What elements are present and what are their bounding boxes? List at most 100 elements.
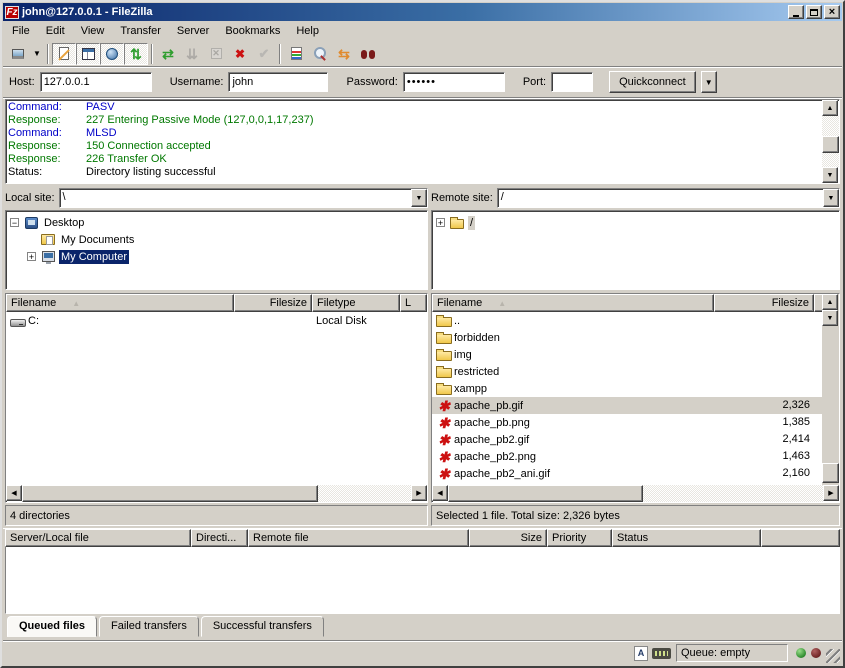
tree-item-my-documents[interactable]: My Documents	[27, 231, 427, 248]
file-icon	[436, 432, 452, 448]
remote-file-row[interactable]: ..	[432, 312, 822, 329]
port-input[interactable]	[551, 72, 593, 92]
tree-item-my-computer[interactable]: My Computer	[27, 248, 427, 265]
scroll-down-icon[interactable]: ▼	[822, 310, 838, 326]
sort-ascending-icon: ▲	[498, 299, 506, 308]
file-icon	[436, 334, 452, 344]
scroll-thumb[interactable]	[822, 463, 839, 483]
toggle-remote-tree-button[interactable]	[100, 43, 124, 65]
title-bar: Fz john@127.0.0.1 - FileZilla ×	[3, 3, 842, 21]
remote-file-row[interactable]: restricted	[432, 363, 822, 380]
remote-file-row[interactable]: apache_pb.gif 2,326	[432, 397, 822, 414]
local-site-combo[interactable]: \ ▼	[59, 188, 428, 208]
queue-header-server-local-file[interactable]: Server/Local file	[5, 529, 191, 547]
column-header-filesize[interactable]: Filesize	[714, 294, 814, 312]
reconnect-button[interactable]: ✔	[252, 43, 276, 65]
site-manager-button[interactable]	[6, 43, 30, 65]
remote-file-row[interactable]: xampp	[432, 380, 822, 397]
remote-vscrollbar[interactable]: ▲ ▼	[822, 294, 839, 485]
tree-item-root[interactable]: /	[436, 214, 839, 231]
speedlimit-icon	[652, 648, 671, 659]
scroll-left-icon[interactable]: ◀	[6, 485, 22, 501]
column-header-filesize[interactable]: Filesize	[234, 294, 312, 312]
toolbar: ▼ ⇅ ⇄ ⇊ ✕ ✖ ✔ ⇆	[3, 41, 842, 67]
process-queue-button[interactable]: ⇊	[180, 43, 204, 65]
remote-site-combo[interactable]: / ▼	[497, 188, 840, 208]
toggle-local-tree-button[interactable]	[76, 43, 100, 65]
filter-button[interactable]	[284, 43, 308, 65]
menu-item[interactable]: View	[73, 23, 113, 39]
password-input[interactable]	[403, 72, 505, 92]
menu-item[interactable]: Help	[288, 23, 327, 39]
quickconnect-dropdown[interactable]: ▼	[701, 71, 717, 93]
remote-file-row[interactable]: forbidden	[432, 329, 822, 346]
scroll-thumb[interactable]	[22, 485, 318, 502]
column-header-filetype[interactable]: Filetype	[312, 294, 400, 312]
remote-hscrollbar[interactable]: ◀ ▶	[432, 485, 839, 502]
site-manager-dropdown[interactable]: ▼	[30, 43, 44, 65]
filter-icon	[291, 47, 302, 60]
maximize-button[interactable]	[806, 5, 822, 19]
remote-file-row[interactable]: apache_pb2_ani.gif 2,160	[432, 465, 822, 482]
binoculars-icon	[361, 50, 375, 59]
ascii-datatype-icon: A	[634, 646, 648, 661]
tree-item-desktop[interactable]: Desktop	[10, 214, 427, 231]
combo-dropdown-icon[interactable]: ▼	[411, 189, 427, 207]
find-files-button[interactable]	[356, 43, 380, 65]
expand-icon[interactable]	[436, 218, 445, 227]
log-line: Command: MLSD	[8, 127, 822, 140]
remote-file-row[interactable]: apache_pb2.gif 2,414	[432, 431, 822, 448]
scroll-up-icon[interactable]: ▲	[822, 100, 838, 116]
queue-tab[interactable]: Successful transfers	[201, 616, 324, 637]
disconnect-button[interactable]: ✖	[228, 43, 252, 65]
toggle-queue-button[interactable]: ⇅	[124, 43, 148, 65]
close-button[interactable]: ×	[824, 5, 840, 19]
quickconnect-button[interactable]: Quickconnect	[609, 71, 696, 93]
queue-header-priority[interactable]: Priority	[547, 529, 612, 547]
column-header-lastmodified[interactable]: L	[400, 294, 427, 312]
resize-grip[interactable]	[826, 649, 840, 663]
local-file-row[interactable]: C: Local Disk	[6, 312, 427, 329]
scroll-thumb[interactable]	[448, 485, 643, 502]
collapse-icon[interactable]	[10, 218, 19, 227]
desktop-icon	[25, 217, 38, 229]
menu-item[interactable]: File	[4, 23, 38, 39]
queue-header-direction[interactable]: Directi...	[191, 529, 248, 547]
scroll-up-icon[interactable]: ▲	[822, 294, 838, 310]
menu-item[interactable]: Bookmarks	[217, 23, 288, 39]
refresh-button[interactable]: ⇄	[156, 43, 180, 65]
directory-comparison-button[interactable]	[308, 43, 332, 65]
column-header-filename[interactable]: Filename▲	[432, 294, 714, 312]
remote-file-row[interactable]: apache_pb.png 1,385	[432, 414, 822, 431]
menu-item[interactable]: Transfer	[112, 23, 169, 39]
menu-item[interactable]: Server	[169, 23, 217, 39]
remote-file-row[interactable]: img	[432, 346, 822, 363]
remote-file-row[interactable]: apache_pb2.png 1,463	[432, 448, 822, 465]
local-pane: Local site: \ ▼ Desktop My Documents	[5, 188, 428, 526]
username-input[interactable]	[228, 72, 328, 92]
scroll-down-icon[interactable]: ▼	[822, 167, 838, 183]
file-icon	[436, 449, 452, 465]
host-input[interactable]	[40, 72, 152, 92]
scroll-right-icon[interactable]: ▶	[823, 485, 839, 501]
cancel-button[interactable]: ✕	[204, 43, 228, 65]
queue-tab[interactable]: Queued files	[7, 616, 97, 637]
log-scrollbar[interactable]: ▲ ▼	[822, 100, 839, 183]
menu-item[interactable]: Edit	[38, 23, 73, 39]
queue-header-size[interactable]: Size	[469, 529, 547, 547]
column-header-filename[interactable]: Filename▲	[6, 294, 234, 312]
file-icon	[436, 398, 452, 414]
remote-status: Selected 1 file. Total size: 2,326 bytes	[431, 505, 840, 526]
scroll-thumb[interactable]	[822, 136, 839, 153]
expand-icon[interactable]	[27, 252, 36, 261]
local-hscrollbar[interactable]: ◀ ▶	[6, 485, 427, 502]
queue-tab[interactable]: Failed transfers	[99, 616, 199, 637]
minimize-button[interactable]	[788, 5, 804, 19]
queue-header-remote-file[interactable]: Remote file	[248, 529, 469, 547]
synchronized-browsing-button[interactable]: ⇆	[332, 43, 356, 65]
queue-header-status[interactable]: Status	[612, 529, 761, 547]
combo-dropdown-icon[interactable]: ▼	[823, 189, 839, 207]
scroll-right-icon[interactable]: ▶	[411, 485, 427, 501]
scroll-left-icon[interactable]: ◀	[432, 485, 448, 501]
toggle-log-button[interactable]	[52, 43, 76, 65]
